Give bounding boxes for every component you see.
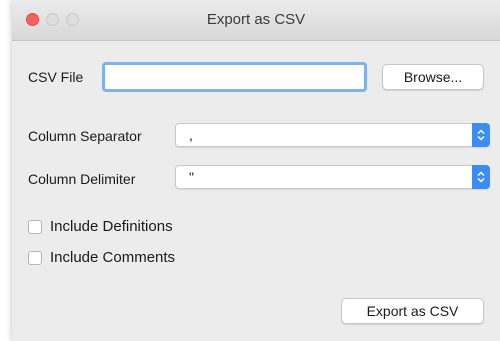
export-csv-dialog: Export as CSV CSV File Browse... Column … (12, 0, 500, 341)
window-title: Export as CSV (206, 11, 306, 28)
up-down-chevron-icon[interactable] (472, 123, 490, 147)
include-definitions-checkbox[interactable] (28, 220, 42, 234)
include-definitions-label[interactable]: Include Definitions (50, 218, 173, 235)
csv-file-input[interactable] (102, 62, 367, 92)
column-delimiter-value: " (189, 169, 194, 185)
export-as-csv-button[interactable]: Export as CSV (341, 298, 484, 324)
column-separator-label: Column Separator (28, 128, 142, 144)
include-comments-checkbox[interactable] (28, 251, 42, 265)
column-separator-value: , (189, 127, 193, 143)
column-separator-select[interactable]: , (175, 123, 490, 147)
title-bar[interactable]: Export as CSV (12, 0, 500, 41)
column-delimiter-label: Column Delimiter (28, 171, 136, 187)
column-delimiter-select[interactable]: " (175, 165, 490, 189)
csv-file-label: CSV File (28, 69, 84, 85)
include-comments-label[interactable]: Include Comments (50, 249, 175, 266)
up-down-chevron-icon[interactable] (472, 165, 490, 189)
browse-button[interactable]: Browse... (382, 64, 484, 90)
